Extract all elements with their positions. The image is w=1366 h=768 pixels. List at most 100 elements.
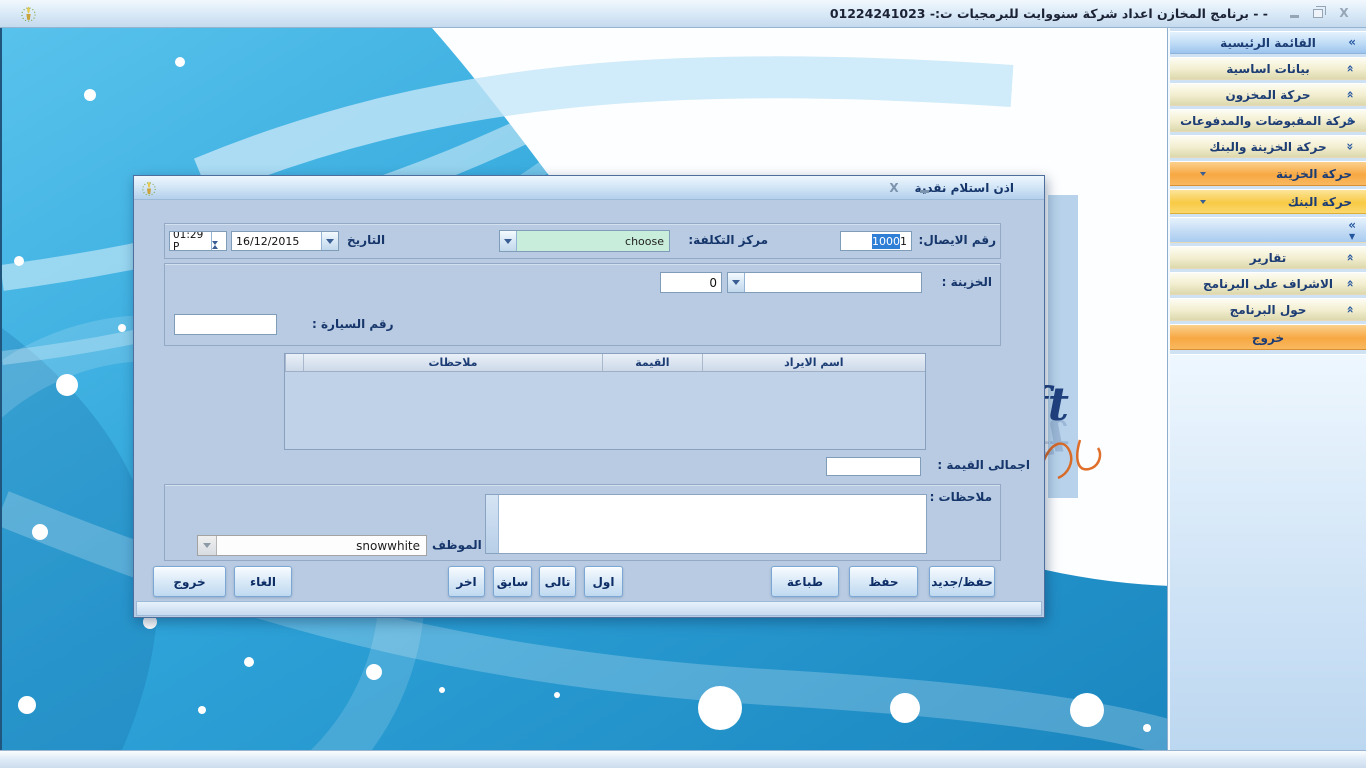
dropdown-arrow-icon: ▼ bbox=[1348, 231, 1356, 242]
notes-textarea[interactable] bbox=[485, 494, 927, 554]
revenue-table-header: اسم الايراد القيمة ملاحظات bbox=[285, 354, 925, 372]
dropdown-arrow-icon bbox=[1200, 162, 1206, 185]
sidebar-item-treasury-movement[interactable]: حركة الخزينة bbox=[1170, 161, 1366, 186]
previous-record-button[interactable]: سابق bbox=[493, 566, 532, 597]
spinner-down-icon[interactable] bbox=[212, 245, 226, 251]
treasury-amount-value: 0 bbox=[709, 276, 717, 290]
sidebar-item-label: الاشراف على البرنامج bbox=[1203, 277, 1333, 291]
close-icon[interactable]: X bbox=[1334, 4, 1354, 23]
print-button[interactable]: طباعة bbox=[771, 566, 839, 597]
date-label: التاريخ bbox=[347, 233, 385, 247]
spinner-buttons[interactable] bbox=[211, 232, 226, 250]
notes-scrollbar[interactable] bbox=[486, 495, 499, 553]
save-new-button[interactable]: حفظ/جديد bbox=[929, 566, 995, 597]
app-title: - - برنامج المخازن اعداد شركة سنووايت لل… bbox=[830, 0, 1268, 28]
last-record-button[interactable]: اخر bbox=[448, 566, 485, 597]
cost-center-combo[interactable]: choose bbox=[499, 230, 670, 252]
sidebar-item-more[interactable]: » ▼ bbox=[1170, 217, 1366, 243]
status-bar bbox=[0, 750, 1366, 768]
sidebar-item-exit[interactable]: خروج bbox=[1170, 324, 1366, 350]
column-header-notes[interactable]: ملاحظات bbox=[303, 354, 602, 371]
double-chevron-icon: » bbox=[1348, 32, 1356, 53]
double-chevron-down-icon: » bbox=[1340, 65, 1361, 73]
total-value-label: اجمالى القيمة : bbox=[937, 458, 1030, 472]
chevron-down-icon[interactable] bbox=[500, 231, 517, 251]
notes-group: ملاحظات : الموظف snowwhite bbox=[164, 484, 1001, 561]
treasury-amount-field[interactable]: 0 bbox=[660, 272, 722, 293]
treasury-group: الخزينة : 0 رقم السيارة : bbox=[164, 263, 1001, 346]
row-selector-header bbox=[285, 354, 303, 371]
sidebar-item-treasury-bank[interactable]: حركة الخزينة والبنك » bbox=[1170, 135, 1366, 158]
treasury-label: الخزينة : bbox=[942, 275, 992, 289]
cancel-button[interactable]: الغاء bbox=[234, 566, 292, 597]
minimize-icon[interactable] bbox=[1284, 4, 1304, 23]
next-record-button[interactable]: تالى bbox=[539, 566, 576, 597]
treasury-combo[interactable] bbox=[727, 272, 922, 293]
receipt-number-label: رقم الايصال: bbox=[919, 233, 996, 247]
notes-label: ملاحظات : bbox=[930, 490, 992, 504]
exit-button[interactable]: خروج bbox=[153, 566, 226, 597]
double-chevron-down-icon: » bbox=[1340, 117, 1361, 125]
sidebar-item-basic-data[interactable]: بيانات اساسية » bbox=[1170, 57, 1366, 80]
double-chevron-down-icon: » bbox=[1340, 306, 1361, 314]
chevron-down-icon[interactable] bbox=[321, 232, 338, 250]
chevron-down-icon[interactable] bbox=[198, 536, 217, 555]
sidebar-item-main-menu[interactable]: القائمة الرئيسية » bbox=[1170, 31, 1366, 54]
dialog-close-icon[interactable]: X bbox=[884, 179, 904, 197]
chevron-down-icon[interactable] bbox=[728, 273, 745, 292]
dialog-minimize-icon[interactable] bbox=[914, 179, 934, 197]
sidebar-item-label: حركة الخزينة bbox=[1276, 167, 1352, 181]
app-titlebar: - - برنامج المخازن اعداد شركة سنووايت لل… bbox=[0, 0, 1366, 28]
sidebar-item-bank-movement[interactable]: حركة البنك bbox=[1170, 189, 1366, 214]
car-number-field[interactable] bbox=[174, 314, 277, 335]
revenue-table[interactable]: اسم الايراد القيمة ملاحظات bbox=[284, 353, 926, 450]
dialog-bottom-strip bbox=[136, 601, 1042, 616]
cash-receipt-dialog: اذن استلام نقدية X رقم الايصال: 10001 مر… bbox=[133, 175, 1045, 618]
sidebar-item-label: حركة الخزينة والبنك bbox=[1209, 140, 1326, 154]
sidebar-item-label: خروج bbox=[1252, 331, 1284, 345]
sidebar-item-label: تقارير bbox=[1250, 251, 1287, 265]
sidebar-item-label: حركة المخزون bbox=[1225, 88, 1310, 102]
sidebar-item-label: حول البرنامج bbox=[1230, 303, 1307, 317]
save-button[interactable]: حفظ bbox=[849, 566, 918, 597]
column-header-value[interactable]: القيمة bbox=[602, 354, 702, 371]
date-picker[interactable]: 16/12/2015 bbox=[231, 231, 339, 251]
sidebar-item-about[interactable]: حول البرنامج » bbox=[1170, 298, 1366, 321]
sidebar-filler-panel bbox=[1170, 354, 1366, 750]
double-chevron-up-icon: » bbox=[1340, 143, 1361, 151]
sidebar-item-label: حركة البنك bbox=[1288, 195, 1352, 209]
date-value: 16/12/2015 bbox=[232, 235, 321, 248]
column-header-revenue-name[interactable]: اسم الايراد bbox=[702, 354, 925, 371]
cost-center-value: choose bbox=[517, 235, 669, 248]
double-chevron-down-icon: » bbox=[1340, 254, 1361, 262]
more-chevron-icon: » ▼ bbox=[1348, 220, 1356, 242]
dropdown-arrow-icon bbox=[1200, 190, 1206, 213]
time-spinner[interactable]: 01:29 P bbox=[169, 231, 227, 251]
total-value-field[interactable] bbox=[826, 457, 921, 476]
sidebar-item-label: بيانات اساسية bbox=[1226, 62, 1310, 76]
sidebar-item-inventory-movement[interactable]: حركة المخزون » bbox=[1170, 83, 1366, 106]
employee-value: snowwhite bbox=[217, 539, 426, 553]
sidebar-item-receipts-payments[interactable]: حركة المقبوضات والمدفوعات » bbox=[1170, 109, 1366, 132]
car-number-label: رقم السيارة : bbox=[312, 317, 394, 331]
receipt-number-rest-text: 1 bbox=[900, 235, 907, 248]
first-record-button[interactable]: اول bbox=[584, 566, 623, 597]
sidebar-item-supervision[interactable]: الاشراف على البرنامج » bbox=[1170, 272, 1366, 295]
employee-label: الموظف bbox=[432, 538, 482, 552]
double-chevron-down-icon: » bbox=[1340, 91, 1361, 99]
cost-center-label: مركز التكلفة: bbox=[688, 233, 768, 247]
employee-combo[interactable]: snowwhite bbox=[197, 535, 427, 556]
sidebar-item-reports[interactable]: تقارير » bbox=[1170, 246, 1366, 269]
sidebar-item-label: حركة المقبوضات والمدفوعات bbox=[1180, 114, 1356, 128]
restore-icon[interactable] bbox=[1308, 4, 1328, 23]
receipt-number-field[interactable]: 10001 bbox=[840, 231, 912, 251]
dialog-body: رقم الايصال: 10001 مركز التكلفة: choose … bbox=[134, 200, 1044, 617]
sidebar-item-label: القائمة الرئيسية bbox=[1220, 36, 1316, 50]
header-fields-group: رقم الايصال: 10001 مركز التكلفة: choose … bbox=[164, 223, 1001, 259]
dialog-titlebar: اذن استلام نقدية X bbox=[134, 176, 1044, 200]
dialog-icon bbox=[141, 180, 157, 196]
app-icon bbox=[20, 5, 37, 22]
double-chevron-down-icon: » bbox=[1340, 280, 1361, 288]
sidebar: القائمة الرئيسية » بيانات اساسية » حركة … bbox=[1168, 28, 1366, 750]
time-value: 01:29 P bbox=[170, 231, 211, 251]
